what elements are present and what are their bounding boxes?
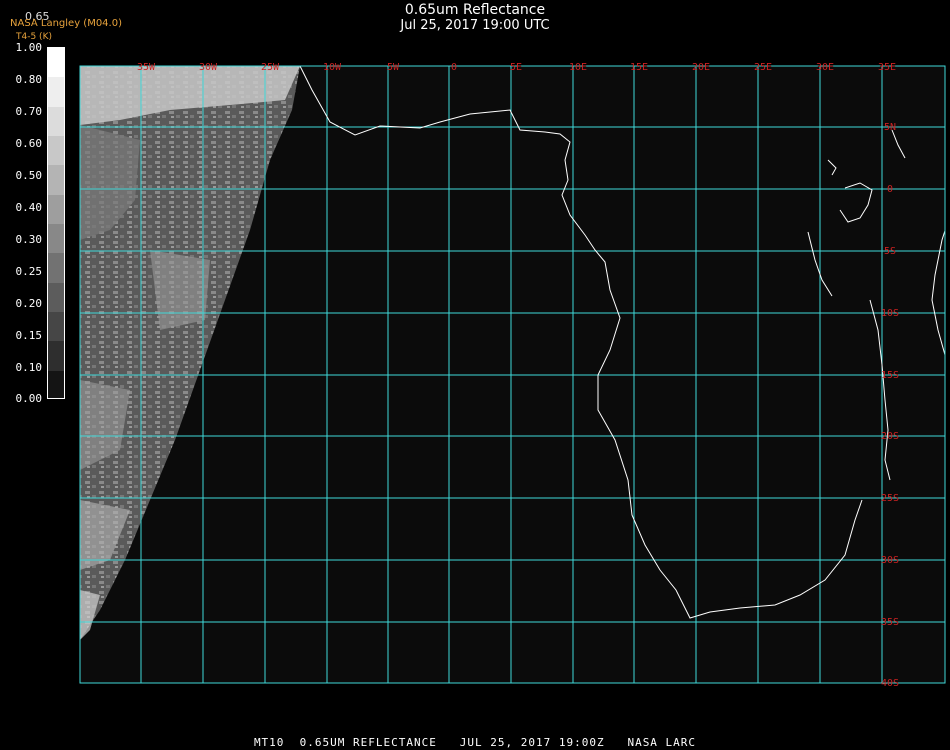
colorbar-segment — [48, 253, 64, 284]
latitude-label: 20S — [881, 431, 899, 442]
longitude-label: 0 — [451, 62, 457, 73]
chart-subtitle: Jul 25, 2017 19:00 UTC — [400, 18, 550, 33]
colorbar-segment — [48, 77, 64, 108]
longitude-label: 30E — [816, 62, 834, 73]
colorbar-label: 0.15 — [15, 329, 43, 342]
satellite-map: 35W 30W 25W 10W 5W 0 5E 10E 15E 20E 25E 30E 35E 5N 0 5… — [79, 62, 946, 689]
longitude-label: 10W — [323, 62, 342, 73]
colorbar-segment — [48, 341, 64, 372]
colorbar-segment — [48, 194, 64, 225]
producer-label: NASA Langley (M04.0) — [10, 18, 122, 29]
colorbar-label: 0.80 — [15, 73, 43, 86]
longitude-label: 5W — [387, 62, 400, 73]
colorbar-label: 0.60 — [15, 137, 43, 150]
colorbar-segment — [48, 106, 64, 137]
longitude-label: 25W — [261, 62, 280, 73]
colorbar-segment — [48, 282, 64, 313]
latitude-label: 5S — [884, 246, 896, 257]
latitude-label: 25S — [881, 493, 899, 504]
longitude-label: 30W — [199, 62, 218, 73]
longitude-label: 35W — [137, 62, 156, 73]
latitude-label: 10S — [881, 308, 899, 319]
longitude-label: 10E — [569, 62, 587, 73]
colorbar-label: 1.00 — [15, 41, 43, 54]
latitude-label: 40S — [881, 678, 899, 689]
longitude-label: 5E — [510, 62, 522, 73]
latitude-label: 15S — [881, 370, 899, 381]
colorbar-segment — [48, 136, 64, 167]
longitude-label: 35E — [878, 62, 896, 73]
latitude-label: 35S — [881, 617, 899, 628]
longitude-label: 25E — [754, 62, 772, 73]
footer-caption: MT10 0.65UM REFLECTANCE JUL 25, 2017 19:… — [253, 736, 697, 749]
colorbar-segment — [48, 224, 64, 255]
colorbar-label: 0.40 — [15, 201, 43, 214]
longitude-label: 20E — [692, 62, 710, 73]
colorbar — [47, 47, 65, 399]
longitude-label: 15E — [630, 62, 648, 73]
colorbar-label: 0.50 — [15, 169, 43, 182]
latitude-label: 0 — [887, 184, 893, 195]
colorbar-label: 0.00 — [15, 392, 43, 405]
colorbar-segment — [48, 370, 64, 398]
colorbar-segment — [48, 312, 64, 343]
colorbar-label: 0.70 — [15, 105, 43, 118]
colorbar-label: 0.20 — [15, 297, 43, 310]
chart-title: 0.65um Reflectance — [404, 2, 546, 18]
colorbar-label: 0.25 — [15, 265, 43, 278]
colorbar-label: 0.30 — [15, 233, 43, 246]
colorbar-segment — [48, 165, 64, 196]
colorbar-segment — [48, 48, 64, 79]
latitude-label: 30S — [881, 555, 899, 566]
latitude-label: 5N — [884, 122, 896, 133]
colorbar-label: 0.10 — [15, 361, 43, 374]
